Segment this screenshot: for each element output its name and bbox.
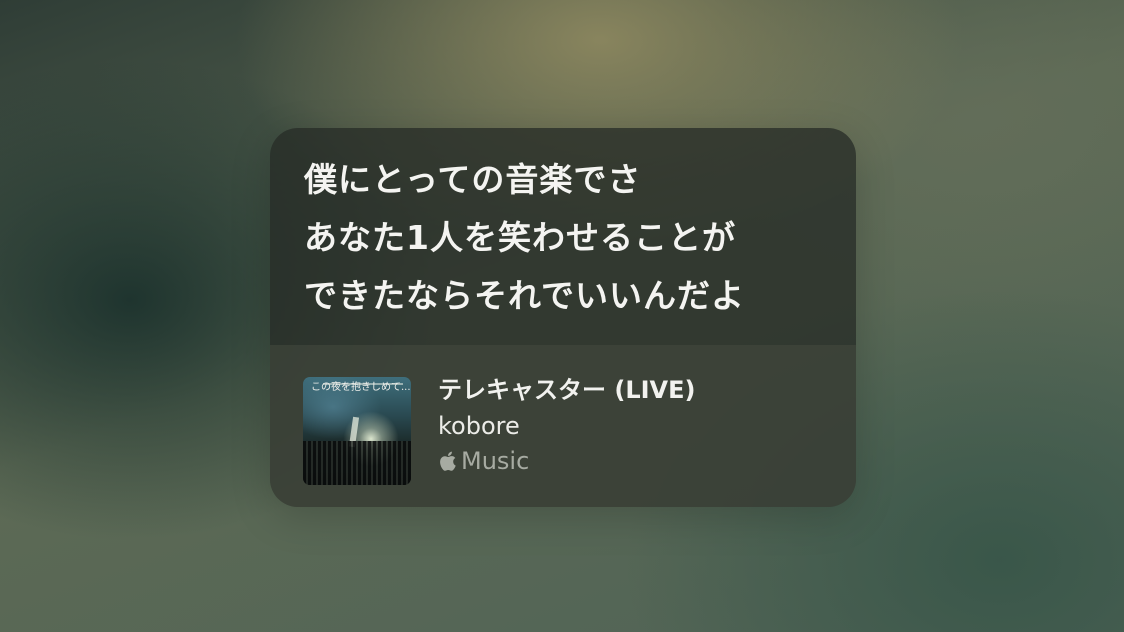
album-artwork[interactable]: この夜を抱きしめて... (303, 377, 411, 485)
song-title: テレキャスター (LIVE) (438, 376, 696, 404)
lyrics-share-card[interactable]: 僕にとっての音楽でさ あなた1人を笑わせることが できたならそれでいいんだよ こ… (270, 128, 856, 507)
apple-logo-icon (438, 448, 460, 474)
source-label: Music (461, 447, 530, 475)
lyric-line: 僕にとっての音楽でさ (304, 160, 642, 199)
lyrics-section: 僕にとっての音楽でさ あなた1人を笑わせることが できたならそれでいいんだよ (270, 128, 856, 345)
artwork-caption: この夜を抱きしめて... (311, 382, 411, 393)
apple-music-label: Music (438, 446, 529, 476)
artwork-crowd (303, 441, 411, 485)
lyric-line: できたならそれでいいんだよ (304, 276, 746, 315)
track-info[interactable]: この夜を抱きしめて... テレキャスター (LIVE) kobore Music (270, 345, 856, 507)
lyric-line: あなた1人を笑わせることが (304, 218, 736, 257)
artist-name: kobore (438, 412, 520, 440)
